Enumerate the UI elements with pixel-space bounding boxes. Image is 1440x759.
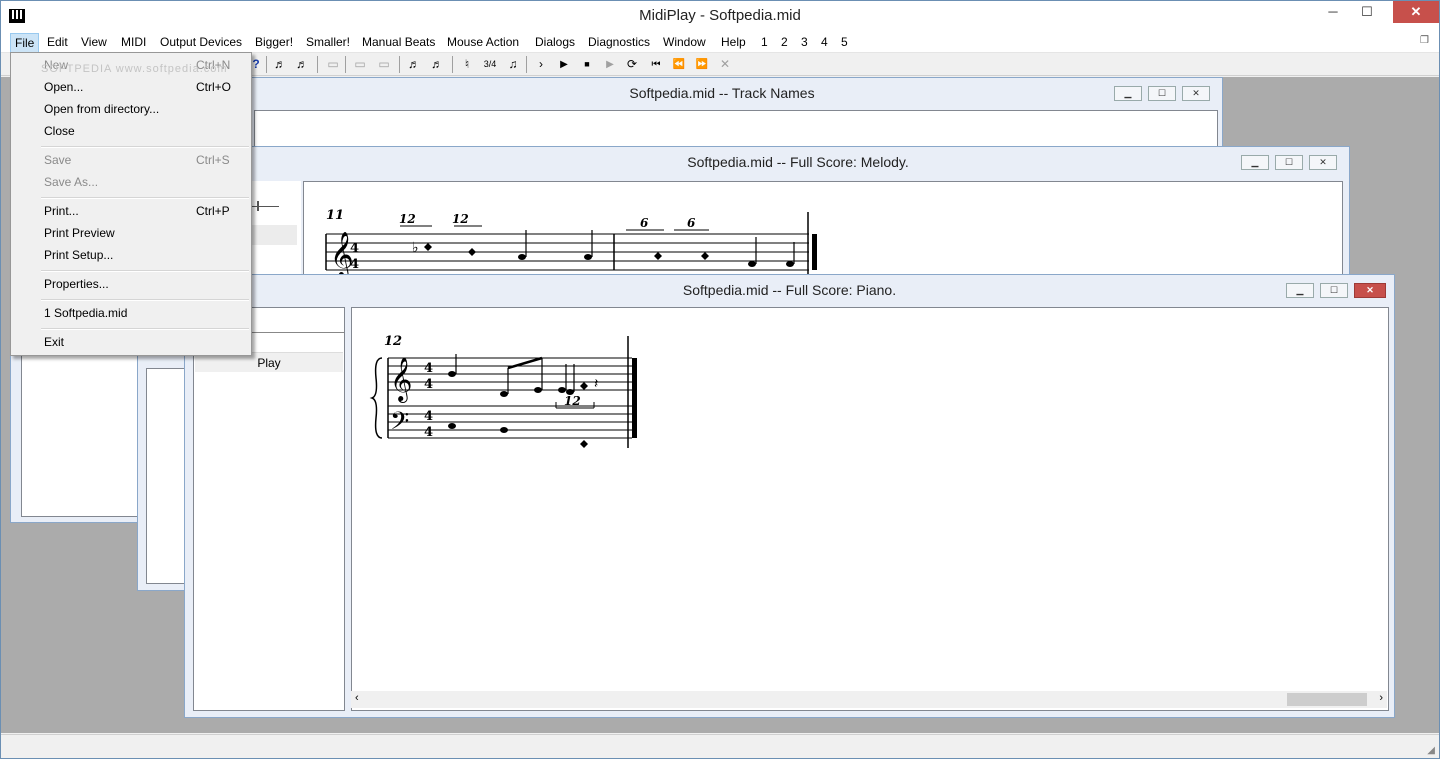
melody-score: 11 12 12 6 6 𝄞 4 4 ♭: [304, 182, 1344, 288]
melody-staff-svg: 𝄞 4 4 ♭: [325, 212, 817, 288]
piano-score-window[interactable]: Softpedia.mid -- Full Score: Piano. ▁ ☐ …: [184, 274, 1395, 718]
file-menu-dropdown: New Ctrl+N Open... Ctrl+O Open from direct…: [10, 52, 252, 356]
time-signature-icon[interactable]: 3/4: [481, 56, 499, 73]
track-names-close[interactable]: ✕: [1182, 86, 1210, 101]
menu-view[interactable]: View: [77, 33, 111, 51]
time-sig-top: 4: [424, 361, 433, 376]
svg-text:𝄽: 𝄽: [594, 376, 598, 392]
menu-item-open-from-directory[interactable]: Open from directory...: [44, 99, 244, 119]
step-icon[interactable]: ▶: [601, 56, 619, 73]
svg-text:♭: ♭: [412, 240, 419, 256]
bars-icon[interactable]: ▭: [324, 56, 342, 73]
play-icon[interactable]: ›: [532, 56, 550, 73]
tempo-icon[interactable]: ♬: [271, 56, 289, 73]
minimize-button[interactable]: ─: [1319, 1, 1347, 23]
tempo-icon[interactable]: ♬: [293, 56, 311, 73]
maximize-button[interactable]: ☐: [1353, 1, 1381, 23]
notes-icon[interactable]: ♬: [428, 56, 446, 73]
cancel-icon[interactable]: ✕: [716, 56, 734, 73]
melody-score-window[interactable]: Softpedia.mid -- Full Score: Melody. ▁ ☐…: [237, 146, 1350, 288]
svg-text:4: 4: [350, 241, 359, 256]
menu-help[interactable]: Help: [717, 33, 750, 51]
horizontal-scrollbar[interactable]: ‹ ›: [351, 691, 1387, 708]
svg-text:𝄞: 𝄞: [330, 232, 354, 280]
track-names-title: Softpedia.mid -- Track Names: [629, 85, 815, 101]
time-sig-bottom: 4: [424, 425, 433, 440]
menu-diagnostics[interactable]: Diagnostics: [584, 33, 654, 51]
menu-item-properties[interactable]: Properties...: [44, 274, 244, 294]
stop-icon[interactable]: ■: [578, 56, 596, 73]
menu-mouse-action[interactable]: Mouse Action: [443, 33, 523, 51]
svg-text:4: 4: [350, 257, 359, 272]
svg-text:𝄢: 𝄢: [390, 407, 409, 442]
scroll-left-icon[interactable]: ‹: [355, 692, 359, 704]
piano-minimize[interactable]: ▁: [1286, 283, 1314, 298]
loop-icon[interactable]: ⟳: [623, 56, 641, 73]
scroll-right-icon[interactable]: ›: [1379, 692, 1383, 704]
svg-text:𝄞: 𝄞: [390, 357, 412, 403]
midiplay-window: MidiPlay - Softpedia.mid ─ ☐ ✕ File Edit…: [0, 0, 1440, 759]
menu-bar: File Edit View MIDI Output Devices Bigge…: [1, 31, 1439, 53]
piano-staff-svg: 𝄞 𝄢 4 4 4 4 𝄽: [369, 336, 637, 448]
menu-item-close[interactable]: Close: [44, 121, 244, 141]
melody-title: Softpedia.mid -- Full Score: Melody.: [687, 154, 909, 170]
menu-item-save-as[interactable]: Save As...: [44, 172, 244, 192]
status-bar: ◢: [1, 734, 1439, 758]
metronome-icon[interactable]: ♫: [504, 56, 522, 73]
time-sig-top: 4: [424, 409, 433, 424]
mdi-restore-icon[interactable]: ❐: [1420, 35, 1429, 46]
menu-item-recent-file[interactable]: 1 Softpedia.mid: [44, 303, 244, 323]
menu-item-open[interactable]: Open... Ctrl+O: [44, 77, 244, 97]
window-title: MidiPlay - Softpedia.mid: [639, 7, 801, 24]
piano-track-panel: Play: [193, 307, 345, 711]
sharp-icon[interactable]: ♮: [458, 56, 476, 73]
fast-forward-icon[interactable]: ⏩: [693, 56, 711, 73]
menu-output-devices[interactable]: Output Devices: [156, 33, 246, 51]
track-names-minimize[interactable]: ▁: [1114, 86, 1142, 101]
bars-icon[interactable]: ▭: [375, 56, 393, 73]
piano-close[interactable]: ✕: [1354, 283, 1386, 298]
menu-item-exit[interactable]: Exit: [44, 332, 244, 352]
scrollbar-thumb[interactable]: [1287, 693, 1367, 706]
piano-score-area: 12 12 𝄞 𝄢 4 4 4 4 𝄽: [351, 307, 1389, 711]
softpedia-watermark: SOFTPEDIA www.softpedia.com: [41, 63, 228, 75]
menu-file[interactable]: File: [10, 33, 40, 53]
menu-4[interactable]: 4: [817, 33, 832, 51]
menu-smaller[interactable]: Smaller!: [302, 33, 354, 51]
menu-edit[interactable]: Edit: [43, 33, 72, 51]
child-window-back-2-client: [146, 368, 186, 584]
title-bar: MidiPlay - Softpedia.mid ─ ☐ ✕: [1, 1, 1439, 31]
child-window-back-client: [21, 353, 138, 517]
menu-dialogs[interactable]: Dialogs: [531, 33, 579, 51]
menu-item-save[interactable]: Save Ctrl+S: [44, 150, 244, 170]
to-start-icon[interactable]: ⏮: [647, 56, 665, 73]
close-button[interactable]: ✕: [1393, 1, 1439, 23]
menu-item-print-preview[interactable]: Print Preview: [44, 223, 244, 243]
melody-close[interactable]: ✕: [1309, 155, 1337, 170]
time-sig-bottom: 4: [424, 377, 433, 392]
menu-1[interactable]: 1: [757, 33, 772, 51]
menu-5[interactable]: 5: [837, 33, 852, 51]
melody-score-area: 11 12 12 6 6 𝄞 4 4 ♭: [303, 181, 1344, 288]
melody-minimize[interactable]: ▁: [1241, 155, 1269, 170]
rewind-icon[interactable]: ⏪: [670, 56, 688, 73]
bars-icon[interactable]: ▭: [351, 56, 369, 73]
play-icon[interactable]: ▶: [555, 56, 573, 73]
piano-score: 12 12 𝄞 𝄢 4 4 4 4 𝄽: [352, 308, 1388, 688]
menu-midi[interactable]: MIDI: [117, 33, 150, 51]
track-names-maximize[interactable]: ☐: [1148, 86, 1176, 101]
menu-item-print[interactable]: Print... Ctrl+P: [44, 201, 244, 221]
menu-manual-beats[interactable]: Manual Beats: [358, 33, 439, 51]
menu-2[interactable]: 2: [777, 33, 792, 51]
menu-item-print-setup[interactable]: Print Setup...: [44, 245, 244, 265]
menu-window[interactable]: Window: [659, 33, 710, 51]
menu-3[interactable]: 3: [797, 33, 812, 51]
notes-icon[interactable]: ♬: [405, 56, 423, 73]
track-names-window[interactable]: Softpedia.mid -- Track Names ▁ ☐ ✕: [221, 77, 1223, 157]
resize-grip-icon[interactable]: ◢: [1427, 745, 1435, 756]
piano-title: Softpedia.mid -- Full Score: Piano.: [682, 282, 897, 298]
menu-bigger[interactable]: Bigger!: [251, 33, 297, 51]
piano-maximize[interactable]: ☐: [1320, 283, 1348, 298]
melody-maximize[interactable]: ☐: [1275, 155, 1303, 170]
